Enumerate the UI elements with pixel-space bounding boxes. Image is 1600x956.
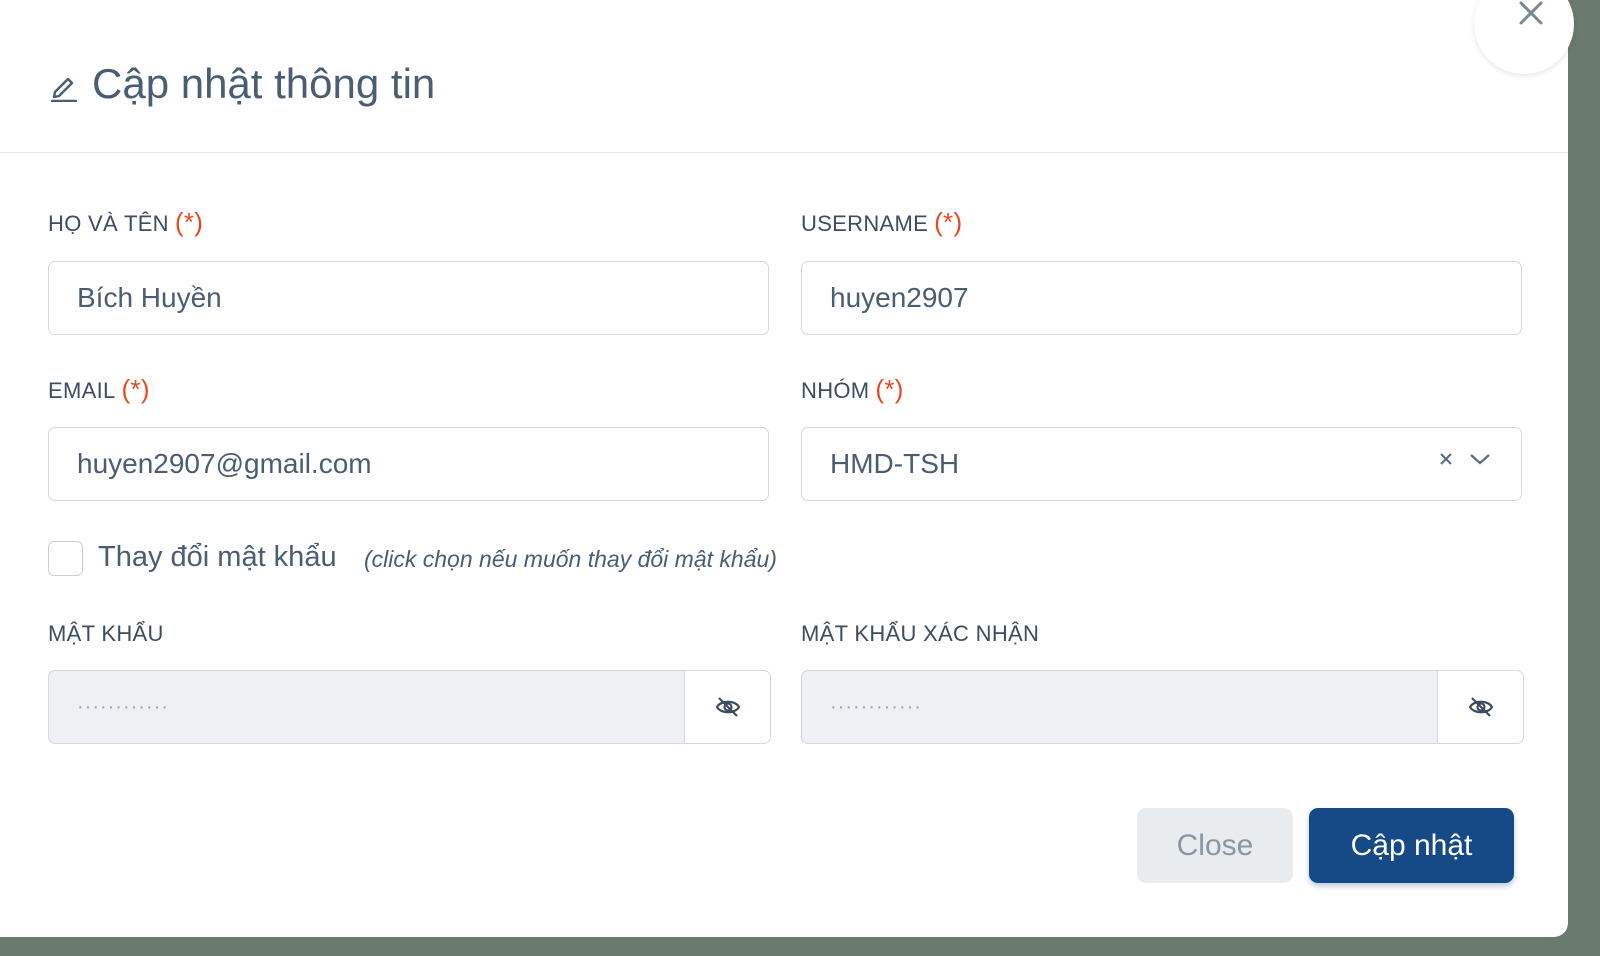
required-mark: (*) [174, 207, 204, 237]
email-label-text: EMAIL [48, 378, 116, 403]
email-input[interactable]: huyen2907@gmail.com [48, 427, 769, 501]
confirm-password-placeholder: ············ [830, 695, 922, 718]
modal-header: Cập nhật thông tin [0, 0, 1568, 153]
confirm-password-label-text: MẬT KHẨU XÁC NHẬN [801, 621, 1040, 646]
modal-title: Cập nhật thông tin [92, 60, 436, 107]
eye-off-icon [1467, 695, 1495, 719]
full-name-input[interactable]: Bích Huyền [48, 261, 769, 335]
group-label-text: NHÓM [801, 378, 870, 403]
close-button[interactable]: Close [1137, 808, 1293, 883]
email-value: huyen2907@gmail.com [77, 448, 372, 479]
pencil-icon [50, 66, 80, 102]
confirm-password-label: MẬT KHẨU XÁC NHẬN [801, 620, 1039, 648]
modal-title-wrap: Cập nhật thông tin [50, 58, 435, 110]
required-mark: (*) [875, 374, 904, 404]
full-name-value: Bích Huyền [77, 282, 222, 313]
username-input[interactable]: huyen2907 [801, 261, 1522, 335]
password-placeholder: ············ [77, 695, 169, 718]
password-label-text: MẬT KHẨU [48, 621, 164, 646]
update-button[interactable]: Cập nhật [1309, 808, 1514, 883]
eye-off-icon [714, 695, 742, 719]
group-select[interactable]: HMD-TSH [801, 427, 1522, 501]
clear-icon[interactable] [1439, 452, 1453, 466]
full-name-label-text: HỌ VÀ TÊN [48, 211, 169, 236]
email-label: EMAIL (*) [48, 375, 150, 405]
group-value: HMD-TSH [830, 448, 960, 479]
password-toggle-button[interactable] [684, 671, 770, 743]
select-icons [1439, 452, 1491, 466]
full-name-label: HỌ VÀ TÊN (*) [48, 208, 203, 238]
confirm-password-input[interactable]: ············ [801, 670, 1524, 744]
username-value: huyen2907 [830, 282, 969, 313]
update-info-modal: Cập nhật thông tin HỌ VÀ TÊN (*) Bích Huy… [0, 0, 1568, 937]
change-password-hint: (click chọn nếu muốn thay đổi mật khẩu) [364, 546, 777, 572]
group-label: NHÓM (*) [801, 375, 904, 405]
username-label-text: USERNAME [801, 211, 929, 236]
password-label: MẬT KHẨU [48, 620, 164, 648]
confirm-password-toggle-button[interactable] [1437, 671, 1523, 743]
username-label: USERNAME (*) [801, 208, 962, 238]
close-icon[interactable] [1516, 0, 1546, 28]
chevron-down-icon[interactable] [1469, 452, 1491, 466]
required-mark: (*) [934, 207, 963, 237]
password-input[interactable]: ············ [48, 670, 771, 744]
required-mark: (*) [121, 374, 150, 404]
change-password-checkbox[interactable] [48, 541, 83, 576]
change-password-label[interactable]: Thay đổi mật khẩu [98, 539, 337, 575]
